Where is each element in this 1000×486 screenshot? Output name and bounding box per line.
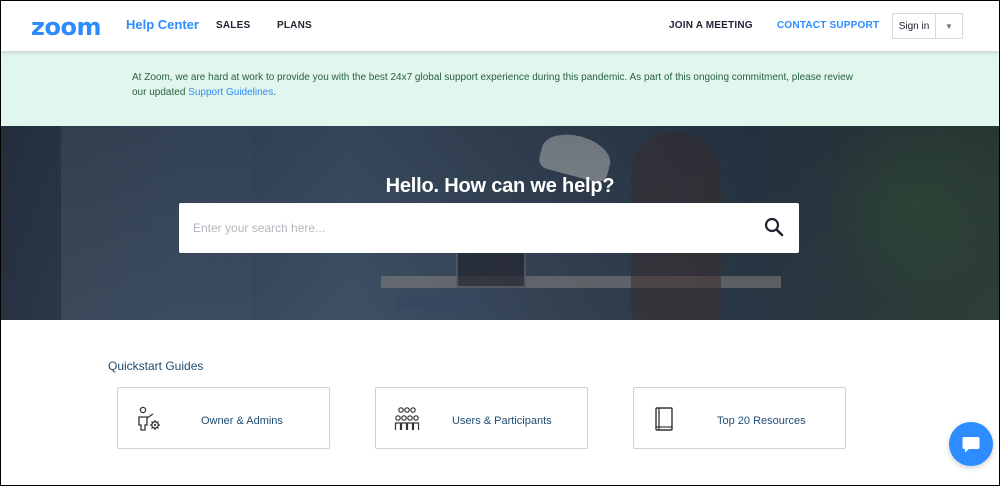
nav-join-meeting-link[interactable]: JOIN A MEETING (669, 20, 753, 31)
search-icon[interactable] (764, 217, 784, 237)
participants-icon (394, 407, 420, 430)
nav-plans-link[interactable]: PLANS (277, 20, 312, 31)
support-guidelines-link[interactable]: Support Guidelines (188, 87, 273, 98)
search-input[interactable] (193, 203, 753, 253)
quickstart-title: Quickstart Guides (108, 359, 204, 373)
zoom-logo[interactable]: zoom (31, 13, 101, 41)
nav-contact-support-link[interactable]: CONTACT SUPPORT (777, 20, 879, 31)
card-owner-admins[interactable]: Owner & Admins (117, 387, 330, 449)
card-top-20-resources[interactable]: Top 20 Resources (633, 387, 846, 449)
card-label: Users & Participants (452, 415, 552, 427)
nav-sales-link[interactable]: SALES (216, 20, 250, 31)
search-box (179, 203, 799, 253)
chat-bubble-icon (962, 437, 980, 453)
signin-control: Sign in ▼ (892, 13, 963, 39)
notice-suffix: . (273, 87, 277, 98)
signin-button[interactable]: Sign in (893, 14, 936, 38)
card-label: Top 20 Resources (717, 415, 806, 427)
notice-text: At Zoom, we are hard at work to provide … (132, 70, 867, 100)
card-label: Owner & Admins (201, 415, 283, 427)
signin-dropdown-caret-icon[interactable]: ▼ (936, 14, 962, 38)
help-center-title[interactable]: Help Center (126, 17, 199, 32)
hero-title: Hello. How can we help? (385, 175, 615, 197)
top-header: zoom Help Center SALES PLANS JOIN A MEET… (1, 1, 999, 51)
card-users-participants[interactable]: Users & Participants (375, 387, 588, 449)
chat-support-button[interactable] (949, 422, 993, 466)
pandemic-notice-banner: At Zoom, we are hard at work to provide … (1, 51, 999, 126)
hero-banner: Hello. How can we help? (1, 126, 999, 320)
admin-gear-icon (138, 406, 160, 431)
book-icon (655, 407, 673, 431)
